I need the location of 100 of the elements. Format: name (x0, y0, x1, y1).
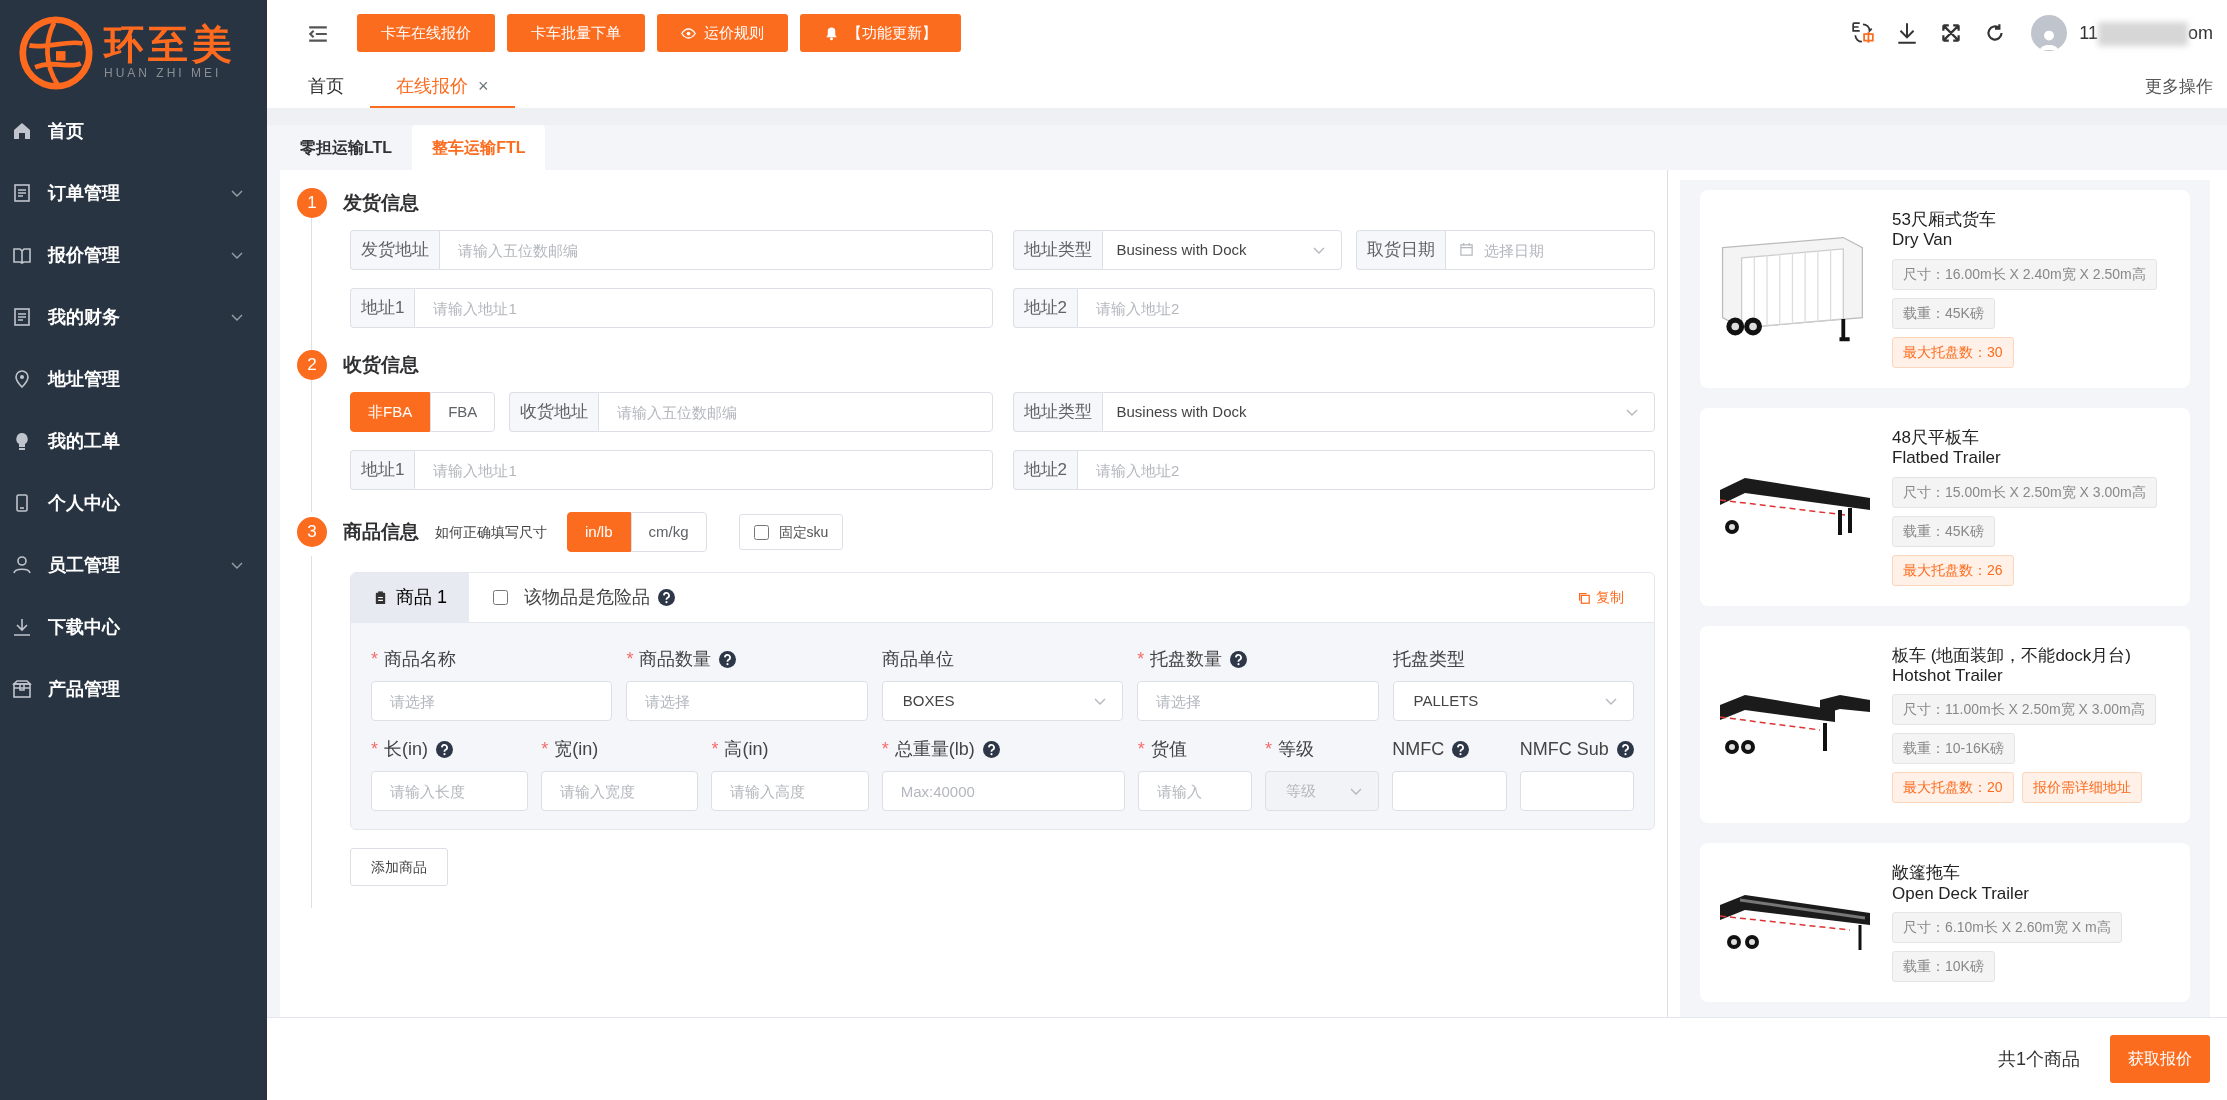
add-product-button[interactable]: 添加商品 (350, 848, 448, 886)
product-tab[interactable]: 商品 1 (351, 573, 469, 623)
person-icon (2038, 29, 2061, 51)
select-field[interactable]: BOXES (881, 681, 1124, 721)
section-title: 收货信息 (343, 352, 419, 377)
highlight-tag: 最大托盘数：30 (1892, 336, 2014, 368)
sidebar-item[interactable]: 产品管理 (0, 658, 267, 720)
vehicle-card[interactable]: 53尺厢式货车 Dry Van 尺寸：16.00m长 X 2.40m宽 X 2.50m高 载重：45K磅 最大托盘数：30 (1700, 190, 2190, 388)
vehicle-name: Flatbed Trailer (1892, 448, 2002, 469)
spec-tag: 载重：45K磅 (1892, 515, 1995, 547)
input-field[interactable]: 请输入地址2 (1076, 450, 1655, 490)
input-field[interactable]: 请输入长度 (371, 771, 529, 811)
required-mark: * (1264, 737, 1272, 761)
vehicle-title: 53尺厢式货车 (1892, 210, 1997, 231)
hint-link[interactable]: 如何正确填写尺寸 (435, 521, 547, 543)
sidebar-label: 员工管理 (48, 553, 121, 577)
translate-icon (1851, 21, 1876, 46)
more-actions-link[interactable]: 更多操作 (2145, 74, 2213, 100)
sidebar-label: 订单管理 (48, 181, 121, 205)
input-field[interactable]: 请输入地址1 (414, 288, 993, 328)
field-label: 货值 (1150, 737, 1187, 761)
input-field[interactable]: 请输入五位数邮编 (598, 392, 993, 432)
document-icon (12, 307, 32, 327)
close-button[interactable]: × (478, 72, 489, 100)
sidebar-item[interactable]: 订单管理 (0, 162, 267, 224)
logo-text: 环至美 (104, 24, 236, 64)
vehicle-card[interactable]: 敞篷拖车 Open Deck Trailer 尺寸：6.10m长 X 2.60m宽 X m高 载重：10K磅 (1700, 843, 2190, 1003)
date-field[interactable]: 选择日期 (1444, 230, 1655, 270)
page-tab[interactable]: 首页 (282, 66, 370, 108)
field-label: 托盘类型 (1392, 647, 1465, 671)
sidebar-item[interactable]: 个人中心 (0, 472, 267, 534)
book-icon (12, 245, 32, 265)
required-mark: * (1137, 737, 1145, 761)
step-number: 2 (297, 350, 327, 380)
input-field[interactable]: 请输入宽度 (541, 771, 699, 811)
bell-icon (824, 25, 839, 41)
select-field[interactable]: Business with Dock (1101, 392, 1655, 432)
sidebar-label: 地址管理 (48, 367, 121, 391)
vehicle-name: Open Deck Trailer (1892, 883, 2030, 905)
dangerous-checkbox[interactable] (493, 590, 508, 605)
help-icon (1230, 650, 1248, 668)
translate-button[interactable] (1851, 20, 1876, 46)
field-label: 收货地址 (509, 392, 599, 432)
field-label: 地址1 (350, 450, 415, 490)
input-field[interactable]: 请输入地址2 (1076, 288, 1655, 328)
help-icon (982, 740, 1000, 758)
field-label: NMFC (1392, 737, 1445, 761)
spec-tag: 尺寸：16.00m长 X 2.40m宽 X 2.50m高 (1892, 258, 2157, 290)
highlight-tag: 最大托盘数：20 (1892, 772, 2014, 804)
input-field[interactable]: Max:40000 (881, 771, 1125, 811)
highlight-tag: 最大托盘数：26 (1892, 554, 2014, 586)
sidebar-item[interactable]: 我的财务 (0, 286, 267, 348)
select-field: 等级 (1264, 771, 1380, 811)
help-icon (658, 589, 675, 606)
vehicle-card[interactable]: 板车 (地面装卸，不能dock月台) Hotshot Trailer 尺寸：11.00m长 X 2.50m宽 X 3.00m高 载重：10-16K磅 最大托盘数：20 报价需详细地址 (1700, 625, 2190, 824)
sidebar-item[interactable]: 首页 (0, 100, 267, 162)
sidebar-label: 首页 (48, 119, 85, 143)
sidebar-label: 我的财务 (48, 305, 121, 329)
document-icon (12, 183, 32, 203)
sidebar-item[interactable]: 地址管理 (0, 348, 267, 410)
help-icon (1616, 740, 1634, 758)
box-icon (12, 679, 32, 699)
fixed-sku-button[interactable]: 固定sku (738, 514, 844, 550)
input-field[interactable] (1519, 771, 1634, 811)
mode-tab[interactable]: 零担运输LTL (280, 125, 413, 170)
unit-option[interactable]: cm/kg (630, 512, 707, 552)
input-field[interactable]: 请选择 (1137, 681, 1379, 721)
section-title: 发货信息 (343, 190, 419, 215)
field-label: 高(in) (724, 737, 769, 761)
field-label: 地址2 (1012, 288, 1077, 328)
spec-tag: 尺寸：15.00m长 X 2.50m宽 X 3.00m高 (1892, 476, 2157, 508)
sidebar-item[interactable]: 我的工单 (0, 410, 267, 472)
sidebar-item[interactable]: 报价管理 (0, 224, 267, 286)
required-mark: * (1137, 647, 1145, 671)
input-field[interactable]: 请输入五位数邮编 (439, 230, 993, 270)
fixed-sku-checkbox[interactable] (753, 524, 769, 540)
vehicle-title: 敞篷拖车 (1892, 863, 1961, 884)
highlight-tag: 报价需详细地址 (2021, 772, 2142, 804)
copy-icon (1577, 590, 1591, 605)
person-icon (12, 555, 32, 575)
select-field[interactable]: PALLETS (1392, 681, 1634, 721)
field-label: 地址2 (1012, 450, 1077, 490)
input-field[interactable]: 请选择 (371, 681, 613, 721)
vehicle-title: 48尺平板车 (1892, 427, 1980, 449)
sidebar-item[interactable]: 员工管理 (0, 534, 267, 596)
input-field[interactable]: 请选择 (626, 681, 868, 721)
sidebar-item[interactable]: 下载中心 (0, 596, 267, 658)
vehicle-card[interactable]: 48尺平板车 Flatbed Trailer 尺寸：15.00m长 X 2.50m宽 X 3.00m高 载重：45K磅 最大托盘数：26 (1700, 407, 2190, 606)
select-field[interactable]: Business with Dock (1101, 230, 1342, 270)
sidebar-label: 产品管理 (48, 677, 121, 701)
required-mark: * (881, 737, 889, 761)
field-label: 托盘数量 (1150, 647, 1223, 671)
input-field[interactable] (1392, 771, 1507, 811)
input-field[interactable]: 请输入 (1137, 771, 1252, 811)
input-field[interactable]: 请输入地址1 (414, 450, 993, 490)
input-field[interactable]: 请输入高度 (711, 771, 869, 811)
spec-tag: 尺寸：11.00m长 X 2.50m宽 X 3.00m高 (1892, 694, 2156, 726)
field-label: 商品名称 (384, 647, 456, 671)
toggle-option[interactable]: FBA (430, 392, 496, 432)
required-mark: * (541, 737, 549, 761)
